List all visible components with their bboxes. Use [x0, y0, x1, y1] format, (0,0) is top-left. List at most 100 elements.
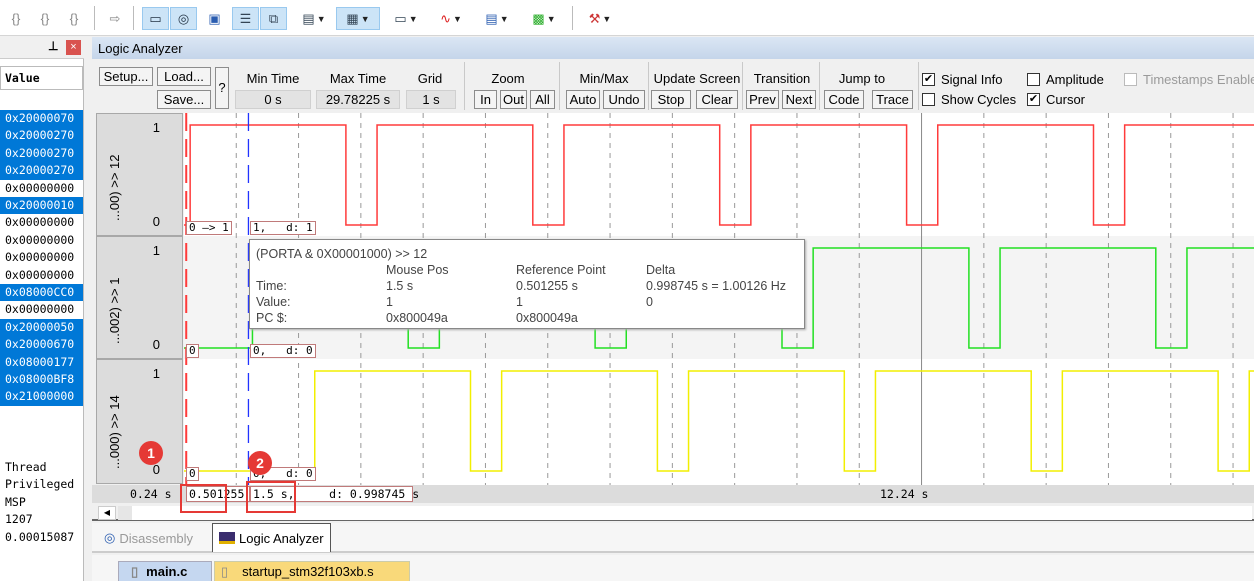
register-value[interactable]: 0x00000000 — [0, 232, 83, 249]
cursor-value-box: 1, d: 1 — [250, 221, 316, 235]
register-value[interactable]: 0x20000270 — [0, 144, 83, 163]
tooltip-col-delta: Delta — [646, 263, 676, 277]
watch-window-icon[interactable]: ▤ ▼ — [295, 7, 333, 30]
tooltip-time-ref: 0.501255 s — [516, 279, 578, 293]
show-cycles-label: Show Cycles — [941, 92, 1017, 107]
tooltip-time-label: Time: — [256, 279, 287, 293]
minmax-label: Min/Max — [579, 71, 629, 86]
panel-header: ⊥ × — [0, 37, 84, 59]
analysis-window-icon[interactable]: ∿ ▼ — [431, 7, 471, 30]
register-value[interactable]: 0x00000000 — [0, 249, 83, 266]
registers-window-icon[interactable]: ☰ — [232, 7, 259, 30]
register-value[interactable]: 0x21000000 — [0, 388, 83, 406]
toolbox-icon[interactable]: ⚒ ▼ — [580, 7, 620, 30]
checkbox-box[interactable]: ✔ — [1027, 93, 1040, 106]
channel-name: ...000) >> 14 — [107, 395, 122, 469]
show-cycles-checkbox[interactable]: Show Cycles — [922, 92, 1016, 107]
tab-label: Disassembly — [119, 530, 194, 546]
call-stack-icon[interactable]: ⧉ — [260, 7, 287, 30]
tab-logic-analyzer[interactable]: Logic Analyzer — [212, 523, 331, 552]
tooltip-value-ref: 1 — [516, 295, 523, 309]
code-button[interactable]: Code — [824, 90, 864, 109]
load-button[interactable]: Load... — [157, 67, 211, 86]
scrollbar-thumb[interactable] — [118, 506, 132, 520]
step-into-icon[interactable]: {} — [4, 7, 28, 30]
window-title: Logic Analyzer — [92, 37, 1254, 59]
registers-panel: ⊥ × Value 0x20000070 0x20000270 0x20000270… — [0, 37, 84, 581]
register-extra: MSP — [5, 494, 26, 509]
channel-label[interactable]: 1 0 ...00) >> 12 — [96, 113, 183, 236]
tab-main-c[interactable]: ▯ main.c — [118, 561, 212, 581]
checkbox-box[interactable] — [1124, 73, 1137, 86]
trace-button[interactable]: Trace — [872, 90, 913, 109]
register-value[interactable]: 0x00000000 — [0, 214, 83, 231]
scrollbar-track[interactable] — [132, 506, 1252, 520]
disassembly-window-icon[interactable]: ◎ — [170, 7, 197, 30]
register-value[interactable]: 0x08000BF8 — [0, 371, 83, 389]
annotation-marker-2: 2 — [248, 451, 272, 475]
logic-analyzer-icon — [219, 532, 235, 544]
pin-icon[interactable]: ⊥ — [48, 39, 58, 53]
prev-button[interactable]: Prev — [746, 90, 779, 109]
checkbox-box[interactable] — [1027, 73, 1040, 86]
register-value[interactable]: 0x20000010 — [0, 197, 83, 215]
help-button[interactable]: ? — [215, 67, 229, 109]
save-button[interactable]: Save... — [157, 90, 211, 109]
register-extra: 0.00015087 — [5, 529, 75, 544]
cursor-checkbox[interactable]: ✔ Cursor — [1027, 92, 1085, 107]
signal-info-checkbox[interactable]: ✔ Signal Info — [922, 72, 1002, 87]
tab-startup-file[interactable]: ▯ startup_stm32f103xb.s — [214, 561, 410, 581]
serial-window-icon[interactable]: ▭ ▼ — [386, 7, 426, 30]
clear-button[interactable]: Clear — [696, 90, 738, 109]
logic-analyzer-controls: Setup... Load... Save... ? Min Time 0 s … — [92, 60, 1254, 112]
setup-button[interactable]: Setup... — [99, 67, 153, 86]
channel-label[interactable]: 1 0 ...000) >> 14 — [96, 359, 183, 484]
register-value[interactable]: 0x20000270 — [0, 127, 83, 145]
amplitude-label: Amplitude — [1046, 72, 1104, 87]
grid-value: 1 s — [406, 90, 456, 109]
signal-trace — [184, 370, 1254, 472]
system-viewer-icon[interactable]: ▩ ▼ — [524, 7, 564, 30]
register-value[interactable]: 0x00000000 — [0, 180, 83, 197]
step-over-icon[interactable]: {} — [33, 7, 57, 30]
scroll-left-arrow-icon[interactable]: ◀ — [98, 506, 116, 520]
time-mid-label: 12.24 s — [880, 487, 929, 501]
zoom-in-button[interactable]: In — [474, 90, 497, 109]
register-value[interactable]: 0x08000CC0 — [0, 284, 83, 302]
tooltip-time-mouse: 1.5 s — [386, 279, 414, 293]
next-button[interactable]: Next — [782, 90, 816, 109]
register-value[interactable]: 0x20000070 — [0, 110, 83, 128]
register-extra: Thread — [5, 460, 47, 474]
checkbox-box[interactable] — [922, 93, 935, 106]
register-value[interactable]: 0x20000050 — [0, 318, 83, 337]
tooltip-time-delta: 0.998745 s = 1.00126 Hz — [646, 279, 787, 293]
register-value[interactable]: 0x00000000 — [0, 301, 83, 318]
undo-button[interactable]: Undo — [603, 90, 645, 109]
auto-button[interactable]: Auto — [566, 90, 600, 109]
tab-disassembly[interactable]: ◎ Disassembly — [98, 525, 199, 551]
cursor-label: Cursor — [1046, 92, 1086, 107]
symbols-window-icon[interactable]: ▣ — [201, 7, 228, 30]
memory-window-icon[interactable]: ▦ ▼ — [336, 7, 380, 30]
checkbox-box[interactable]: ✔ — [922, 73, 935, 86]
trace-window-icon[interactable]: ▤ ▼ — [477, 7, 517, 30]
transition-label: Transition — [753, 71, 811, 86]
zoom-out-button[interactable]: Out — [500, 90, 527, 109]
max-time-value: 29.78225 s — [316, 90, 400, 109]
zoom-all-button[interactable]: All — [530, 90, 555, 109]
close-icon[interactable]: × — [66, 40, 81, 55]
command-window-icon[interactable]: ▭ — [142, 7, 169, 30]
timestamps-enable-checkbox[interactable]: Timestamps Enable — [1124, 72, 1254, 87]
high-level-label: 1 — [152, 120, 160, 135]
stop-button[interactable]: Stop — [651, 90, 691, 109]
amplitude-checkbox[interactable]: Amplitude — [1027, 72, 1104, 87]
run-to-cursor-icon[interactable]: ⇨ — [103, 7, 127, 30]
register-value[interactable]: 0x20000270 — [0, 162, 83, 180]
step-out-icon[interactable]: {} — [62, 7, 86, 30]
register-value[interactable]: 0x08000177 — [0, 353, 83, 371]
channel-label[interactable]: 1 0 ...002) >> 1 — [96, 236, 183, 359]
register-value[interactable]: 0x00000000 — [0, 267, 83, 284]
register-value[interactable]: 0x20000670 — [0, 336, 83, 354]
min-time-label: Min Time — [246, 71, 300, 86]
value-column-header[interactable]: Value — [0, 66, 83, 90]
